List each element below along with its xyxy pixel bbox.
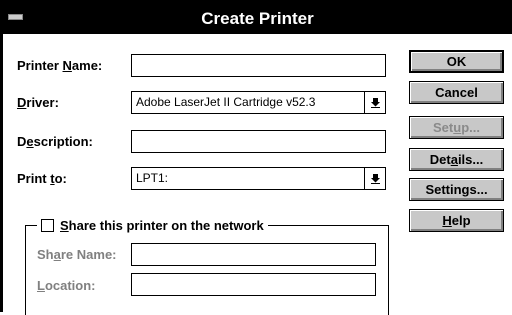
description-input[interactable]	[131, 130, 386, 153]
ok-button[interactable]: OK	[409, 50, 504, 73]
share-group-box	[25, 225, 389, 315]
location-label: Location:	[37, 278, 96, 293]
driver-dropdown[interactable]: Adobe LaserJet II Cartridge v52.3	[131, 91, 386, 114]
title-bar: Create Printer	[3, 3, 512, 34]
share-checkbox[interactable]	[41, 218, 54, 232]
window-title: Create Printer	[201, 9, 314, 28]
description-label: Description:	[17, 134, 93, 149]
share-checkbox-label[interactable]: Share this printer on the network	[60, 218, 264, 233]
create-printer-dialog: Create Printer Printer Name: Driver: Ado…	[0, 0, 512, 315]
print-to-down-arrow-icon[interactable]	[364, 168, 385, 189]
print-to-dropdown[interactable]: LPT1:	[131, 167, 386, 190]
help-button[interactable]: Help	[409, 209, 504, 232]
share-name-input[interactable]	[131, 243, 376, 266]
printer-name-input[interactable]	[131, 54, 386, 77]
driver-down-arrow-icon[interactable]	[364, 92, 385, 113]
driver-label: Driver:	[17, 95, 59, 110]
printer-name-label: Printer Name:	[17, 58, 103, 73]
print-to-value: LPT1:	[136, 171, 169, 185]
setup-button[interactable]: Setup...	[409, 116, 504, 139]
settings-button[interactable]: Settings...	[409, 178, 504, 201]
share-name-label: Share Name:	[37, 247, 117, 262]
print-to-label: Print to:	[17, 171, 67, 186]
location-input[interactable]	[131, 273, 376, 296]
driver-value: Adobe LaserJet II Cartridge v52.3	[136, 95, 316, 109]
cancel-button[interactable]: Cancel	[409, 81, 504, 104]
share-checkbox-row[interactable]: Share this printer on the network	[37, 215, 268, 235]
details-button[interactable]: Details...	[409, 148, 504, 171]
